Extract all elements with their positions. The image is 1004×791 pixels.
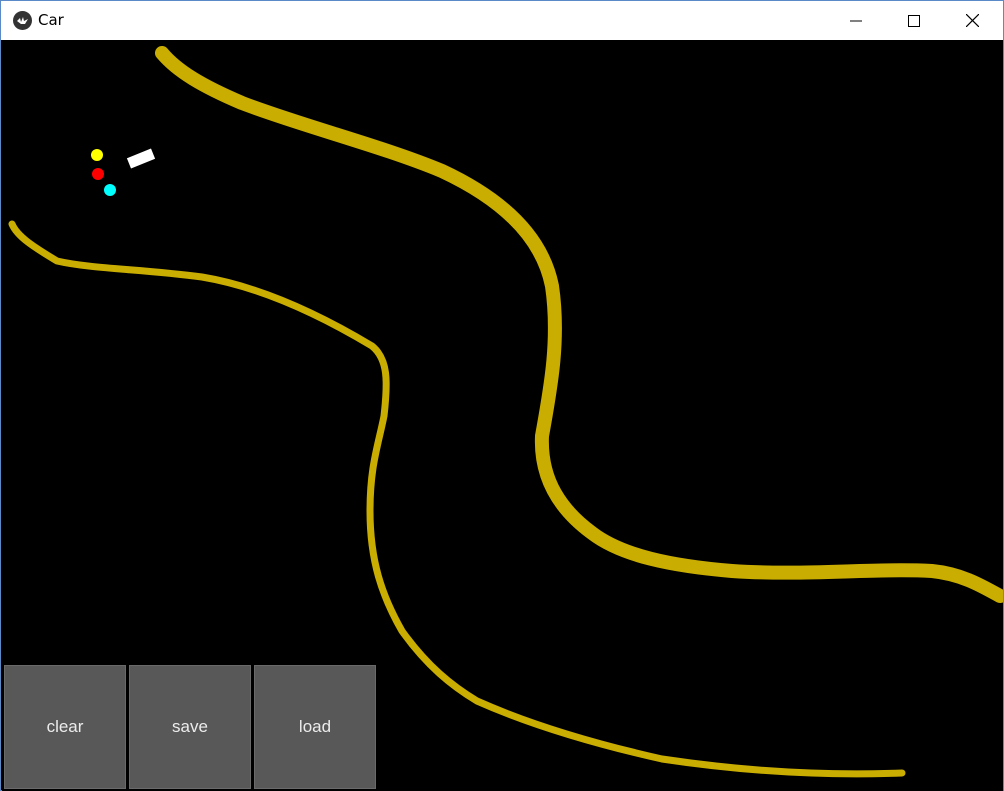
maximize-button[interactable] [885,1,943,40]
title-bar[interactable]: Car [1,1,1003,40]
load-button[interactable]: load [254,665,376,789]
car [126,148,156,169]
sand-line-upper [155,46,1003,603]
minimize-icon [850,20,862,21]
save-button[interactable]: save [129,665,251,789]
drawing-canvas[interactable]: clear save load [2,41,1003,791]
maximize-icon [908,14,920,27]
app-window: Car clear save load [0,0,1004,791]
sensor-2-red [92,168,104,180]
kivy-app-icon [13,11,32,30]
close-icon [965,14,979,27]
sensor-3-cyan [104,184,116,196]
sensor-1-yellow [91,149,103,161]
minimize-button[interactable] [827,1,885,40]
window-title: Car [38,11,64,29]
close-button[interactable] [943,1,1001,40]
clear-button[interactable]: clear [4,665,126,789]
